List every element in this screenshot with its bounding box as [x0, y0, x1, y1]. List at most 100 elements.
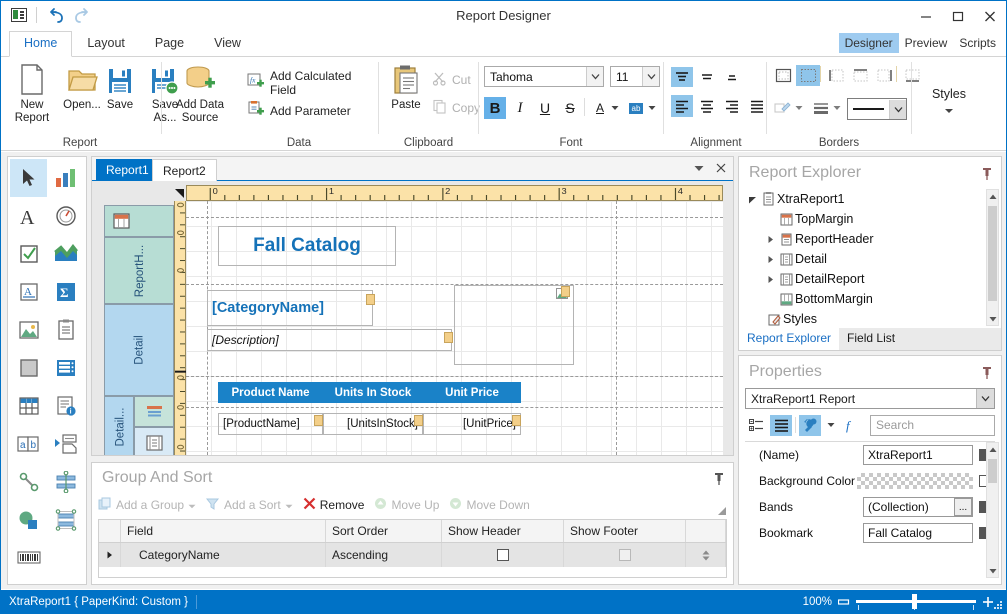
table-tool[interactable]	[10, 387, 47, 425]
border-width-button[interactable]	[809, 97, 833, 118]
cross-band-box-tool[interactable]	[47, 501, 84, 539]
properties-dropdown[interactable]	[824, 415, 837, 436]
panel-tool[interactable]	[10, 349, 47, 387]
border-none-button[interactable]	[796, 65, 820, 86]
close-button[interactable]	[974, 1, 1006, 30]
panel-resize-grip[interactable]	[717, 505, 727, 519]
units-in-stock-binding-tag[interactable]	[414, 415, 423, 426]
scrollbar-thumb[interactable]	[988, 459, 997, 483]
detail-band[interactable]: Detail	[104, 304, 174, 396]
border-left-button[interactable]	[824, 65, 848, 86]
search-input[interactable]: Search	[870, 414, 995, 436]
detail-report-header-subband[interactable]	[134, 396, 174, 427]
line-tool[interactable]	[10, 463, 47, 501]
top-margin-band[interactable]	[104, 205, 174, 237]
font-size-combo[interactable]: 11	[610, 66, 660, 87]
strikethrough-button[interactable]: S	[559, 97, 581, 119]
add-a-sort-button[interactable]: Add a Sort	[206, 497, 293, 514]
ribbon-tab-home[interactable]: Home	[9, 31, 73, 57]
grid-vertical-scroll[interactable]	[686, 543, 726, 567]
add-parameter-button[interactable]: Add Parameter	[244, 99, 354, 123]
property-value-name[interactable]: XtraReport1	[863, 445, 973, 465]
scrollbar-thumb[interactable]	[988, 206, 997, 301]
view-scripts-button[interactable]: Scripts	[953, 33, 1002, 53]
column-header-show-footer[interactable]: Show Footer	[564, 520, 686, 542]
page-info-tool[interactable]: i	[47, 387, 84, 425]
table-row[interactable]: CategoryName Ascending	[99, 543, 726, 567]
product-name-binding-tag[interactable]	[314, 415, 323, 426]
minimize-button[interactable]	[910, 1, 942, 30]
zoom-slider-thumb[interactable]	[912, 594, 917, 609]
underline-button[interactable]: U	[534, 97, 556, 119]
align-top-button[interactable]	[671, 67, 693, 87]
expand-triangle-icon[interactable]	[763, 255, 777, 264]
property-value-bands[interactable]: (Collection) ...	[863, 497, 973, 517]
card-tool[interactable]	[47, 311, 84, 349]
align-justify-button[interactable]	[746, 95, 768, 117]
column-header-field[interactable]: Field	[121, 520, 326, 542]
border-style-combo[interactable]	[847, 98, 907, 120]
alphabetical-view-button[interactable]	[770, 414, 792, 436]
align-middle-button[interactable]	[696, 67, 718, 87]
add-a-group-button[interactable]: Add a Group	[98, 497, 196, 514]
window-resize-grip[interactable]	[993, 600, 1003, 610]
pin-icon[interactable]	[981, 366, 993, 383]
cell-show-footer[interactable]	[564, 543, 686, 567]
tree-node-styles[interactable]: Styles	[743, 309, 985, 326]
paste-button[interactable]: Paste	[384, 62, 428, 112]
column-header-show-header[interactable]: Show Header	[442, 520, 564, 542]
product-name-header[interactable]: Product Name	[218, 382, 323, 403]
table-of-contents-tool[interactable]	[47, 349, 84, 387]
show-footer-checkbox[interactable]	[618, 549, 631, 561]
border-color-button[interactable]	[771, 97, 795, 118]
maximize-button[interactable]	[942, 1, 974, 30]
column-header-sort-order[interactable]: Sort Order	[326, 520, 442, 542]
property-value-background-color[interactable]	[857, 473, 973, 489]
border-color-dropdown[interactable]	[793, 97, 805, 118]
expand-triangle-icon[interactable]	[763, 235, 777, 244]
font-family-combo[interactable]: Tahoma	[484, 66, 604, 87]
highlight-color-dropdown[interactable]	[646, 97, 658, 119]
expressions-button[interactable]: f	[840, 415, 862, 436]
property-value-bookmark[interactable]: Fall Catalog	[863, 523, 973, 543]
label-tool[interactable]: A	[10, 197, 47, 235]
description-binding-tag[interactable]	[444, 332, 453, 343]
ribbon-tab-view[interactable]: View	[199, 31, 256, 57]
ribbon-tab-page[interactable]: Page	[140, 31, 199, 57]
zoom-out-icon[interactable]	[837, 596, 850, 608]
gauge-tool[interactable]	[47, 197, 84, 235]
report-title-label[interactable]: Fall Catalog	[218, 226, 396, 266]
units-in-stock-field[interactable]: [UnitsInStock]	[323, 413, 423, 435]
border-top-button[interactable]	[848, 65, 872, 86]
subreport-tool[interactable]	[47, 425, 84, 463]
view-preview-button[interactable]: Preview	[899, 33, 954, 53]
align-right-button[interactable]	[721, 95, 743, 117]
properties-button[interactable]	[799, 414, 821, 436]
designer-tab-report1[interactable]: Report1	[96, 159, 159, 181]
character-comb-tool[interactable]: ab	[10, 425, 47, 463]
category-name-binding-tag[interactable]	[366, 294, 375, 305]
cut-button[interactable]: Cut	[429, 69, 474, 91]
tree-node-topmargin[interactable]: TopMargin	[743, 209, 985, 229]
tree-node-bottommargin[interactable]: BottomMargin	[743, 289, 985, 309]
bands-ellipsis-button[interactable]: ...	[954, 498, 972, 516]
check-box-tool[interactable]	[10, 235, 47, 273]
dock-tab-field-list[interactable]: Field List	[839, 328, 903, 350]
cell-show-header[interactable]	[442, 543, 564, 567]
tree-node-reportheader[interactable]: ReportHeader	[743, 229, 985, 249]
collapse-triangle-icon[interactable]	[745, 195, 759, 204]
bar-code-tool[interactable]	[10, 539, 47, 577]
tab-close-button[interactable]	[711, 158, 731, 178]
design-canvas[interactable]: 01234 ReportH... Detail Detail... Fall C…	[92, 181, 733, 455]
report-explorer-scrollbar[interactable]	[986, 189, 999, 326]
units-in-stock-header[interactable]: Units In Stock	[323, 382, 423, 403]
rich-text-tool[interactable]: A	[10, 273, 47, 311]
cell-sort-order[interactable]: Ascending	[326, 543, 442, 567]
shape-tool[interactable]	[10, 501, 47, 539]
dock-tab-report-explorer[interactable]: Report Explorer	[739, 328, 840, 350]
report-explorer-tree[interactable]: XtraReport1 TopMargin ReportHeader Detai…	[743, 189, 985, 326]
align-center-button[interactable]	[696, 95, 718, 117]
cell-field[interactable]: CategoryName	[121, 543, 326, 567]
report-header-band[interactable]: ReportH...	[104, 237, 174, 304]
pivot-grid-tool[interactable]: Σ	[47, 273, 84, 311]
